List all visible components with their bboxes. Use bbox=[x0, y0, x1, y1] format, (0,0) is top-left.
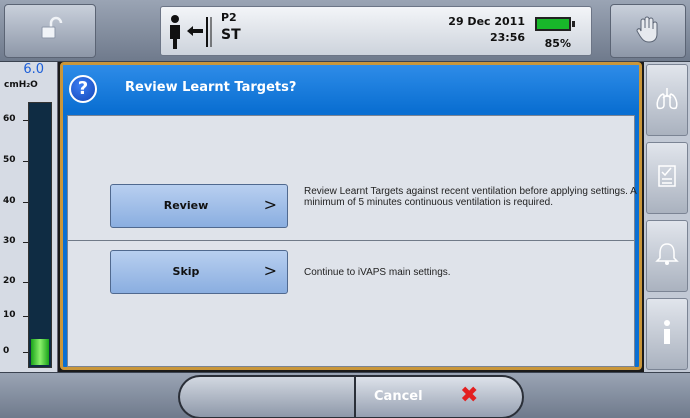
pressure-value: 6.0 bbox=[23, 62, 44, 77]
bottom-bar: Cancel ✖ bbox=[0, 372, 690, 418]
review-targets-dialog: ? Review Learnt Targets? Review > Review… bbox=[60, 62, 642, 370]
scale-tick: 10 bbox=[3, 310, 29, 320]
date-display: 29 Dec 2011 bbox=[448, 15, 525, 28]
chevron-right-icon: > bbox=[263, 195, 277, 214]
lungs-icon bbox=[654, 85, 680, 115]
scale-tick: 20 bbox=[3, 276, 29, 286]
battery-icon bbox=[535, 17, 575, 31]
setup-button[interactable] bbox=[646, 142, 688, 214]
scale-tick: 40 bbox=[3, 196, 29, 206]
pressure-gauge-fill bbox=[31, 339, 49, 365]
dialog-header: ? Review Learnt Targets? bbox=[63, 65, 639, 111]
red-x-icon: ✖ bbox=[460, 383, 479, 408]
info-icon bbox=[657, 318, 677, 350]
pressure-unit: cmH₂O bbox=[4, 80, 38, 90]
cancel-label: Cancel bbox=[374, 389, 423, 404]
option-divider bbox=[68, 240, 634, 241]
time-display: 23:56 bbox=[489, 31, 525, 44]
battery-percent: 85% bbox=[544, 37, 571, 50]
dialog-title: Review Learnt Targets? bbox=[125, 80, 297, 95]
mode-line1: P2 bbox=[221, 11, 237, 24]
blank-button[interactable] bbox=[178, 375, 356, 418]
patient-interface-icon bbox=[167, 13, 213, 55]
pressure-panel: 6.0 cmH₂O 60 50 40 30 20 10 0 bbox=[0, 62, 58, 372]
hand-button[interactable] bbox=[610, 4, 686, 58]
scale-tick: 60 bbox=[3, 114, 29, 124]
scale-tick: 0 bbox=[3, 346, 31, 356]
mode-line2: ST bbox=[221, 27, 241, 43]
info-button[interactable] bbox=[646, 298, 688, 370]
status-panel: P2 ST 29 Dec 2011 23:56 85% bbox=[160, 6, 592, 56]
alarms-button[interactable] bbox=[646, 220, 688, 292]
chevron-right-icon: > bbox=[263, 261, 277, 280]
alarm-bell-icon bbox=[654, 241, 680, 271]
scale-tick: 30 bbox=[3, 236, 29, 246]
cancel-button[interactable]: Cancel ✖ bbox=[354, 375, 524, 418]
lock-button[interactable] bbox=[4, 4, 96, 58]
right-nav-panel bbox=[644, 62, 690, 372]
monitoring-button[interactable] bbox=[646, 64, 688, 136]
skip-label: Skip bbox=[172, 265, 200, 278]
question-icon: ? bbox=[69, 75, 97, 103]
scale-tick: 50 bbox=[3, 155, 29, 165]
pressure-gauge bbox=[28, 102, 52, 368]
top-status-bar: P2 ST 29 Dec 2011 23:56 85% bbox=[0, 0, 690, 62]
review-label: Review bbox=[163, 199, 209, 212]
review-button[interactable]: Review > bbox=[110, 184, 288, 228]
dialog-body: Review > Review Learnt Targets against r… bbox=[67, 115, 636, 367]
skip-description: Continue to iVAPS main settings. bbox=[304, 267, 451, 278]
checklist-icon bbox=[656, 163, 678, 193]
skip-button[interactable]: Skip > bbox=[110, 250, 288, 294]
review-description: Review Learnt Targets against recent ven… bbox=[304, 186, 637, 208]
hand-icon bbox=[635, 15, 661, 47]
unlock-icon bbox=[37, 16, 63, 46]
